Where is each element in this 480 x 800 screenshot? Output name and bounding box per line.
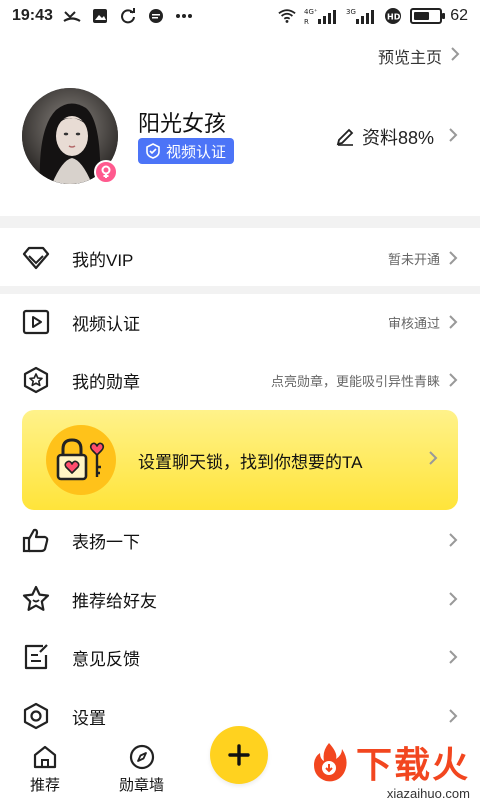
row-label: 我的VIP <box>72 250 134 270</box>
compass-icon <box>129 744 155 770</box>
chevron-right-icon <box>448 531 460 549</box>
row-feedback[interactable]: 意见反馈 <box>0 628 480 686</box>
message-icon <box>147 7 165 25</box>
status-bar: 19:43 4G⁺ R 3G HD 62 <box>0 0 480 32</box>
svg-text:HD: HD <box>387 13 401 22</box>
chat-lock-banner[interactable]: 设置聊天锁，找到你想要的TA <box>22 410 458 510</box>
row-praise[interactable]: 表扬一下 <box>0 511 480 569</box>
battery-fill <box>414 12 430 20</box>
chevron-right-icon <box>448 371 460 389</box>
signal-3g-icon: 3G <box>346 7 376 25</box>
row-label: 视频认证 <box>72 314 140 334</box>
network-label-roaming: R <box>304 18 309 25</box>
video-camera-icon <box>22 308 50 336</box>
add-post-button[interactable] <box>210 726 268 784</box>
row-label: 设置 <box>72 708 106 728</box>
chevron-right-icon <box>448 249 460 267</box>
chevron-right-icon <box>428 450 438 471</box>
row-recommend-friends[interactable]: 推荐给好友 <box>0 570 480 628</box>
signal-4g-icon: 4G⁺ R <box>304 7 338 25</box>
battery-icon <box>410 8 446 24</box>
pencil-icon <box>334 126 356 148</box>
settings-hexagon-icon <box>22 702 50 730</box>
row-hint: 审核通过 <box>387 315 440 331</box>
image-icon <box>91 7 109 25</box>
row-label: 意见反馈 <box>72 649 140 669</box>
hd-icon: HD <box>384 7 402 25</box>
watermark: 下载火 xiazaihuo.com <box>308 736 470 800</box>
watermark-title: 下载火 <box>355 744 470 785</box>
row-video-verification[interactable]: 视频认证 审核通过 <box>0 293 480 351</box>
profile-name: 阳光女孩 <box>138 111 227 136</box>
chevron-right-icon <box>448 313 460 331</box>
network-label-4g: 4G⁺ <box>304 8 318 16</box>
edit-profile-label: 资料88% <box>361 128 434 148</box>
female-gender-icon <box>94 160 118 184</box>
edit-profile-link[interactable]: 资料88% <box>334 124 458 150</box>
preview-homepage-link[interactable]: 预览主页 <box>378 44 460 68</box>
home-icon <box>32 744 58 770</box>
chevron-right-icon <box>448 707 460 725</box>
nav-label: 勋章墙 <box>119 777 165 794</box>
watermark-url: xiazaihuo.com <box>386 786 470 800</box>
diamond-icon <box>22 244 50 272</box>
sync-icon <box>119 7 137 25</box>
network-label-3g: 3G <box>346 8 356 16</box>
heart-lock-icon <box>46 425 116 495</box>
row-label: 表扬一下 <box>72 532 140 552</box>
verified-shield-icon <box>144 142 162 160</box>
chevron-right-icon <box>448 590 460 608</box>
battery-percent: 62 <box>450 7 468 24</box>
nav-label: 推荐 <box>30 777 61 794</box>
video-verified-badge: 视频认证 <box>138 138 235 164</box>
status-time: 19:43 <box>12 7 53 24</box>
chevron-right-icon <box>448 648 460 666</box>
nav-medal-wall[interactable]: 勋章墙 <box>119 744 164 795</box>
profile-header: 阳光女孩 视频认证 资料88% <box>22 88 458 188</box>
preview-homepage-label: 预览主页 <box>377 50 442 67</box>
row-my-vip[interactable]: 我的VIP 暂未开通 <box>0 229 480 287</box>
chat-lock-text: 设置聊天锁，找到你想要的TA <box>138 452 363 472</box>
plus-icon <box>227 743 251 767</box>
row-my-medals[interactable]: 我的勋章 点亮勋章，更能吸引异性青睐 <box>0 351 480 409</box>
chevron-right-icon <box>448 127 458 148</box>
video-verified-label: 视频认证 <box>166 143 227 161</box>
row-label: 我的勋章 <box>72 372 140 392</box>
thumbs-up-icon <box>22 526 50 554</box>
wifi-icon <box>278 7 296 25</box>
chevron-right-icon <box>450 46 460 67</box>
row-hint: 点亮勋章，更能吸引异性青睐 <box>270 373 440 389</box>
flame-logo-icon <box>308 741 350 783</box>
edit-note-icon <box>22 643 50 671</box>
nav-recommend[interactable]: 推荐 <box>30 744 60 795</box>
row-hint: 暂未开通 <box>387 251 440 267</box>
star-smile-icon <box>22 585 50 613</box>
more-dots-icon <box>175 7 193 25</box>
row-label: 推荐给好友 <box>72 591 157 611</box>
missed-call-icon <box>63 7 81 25</box>
medal-star-icon <box>22 366 50 394</box>
section-divider <box>0 216 480 228</box>
